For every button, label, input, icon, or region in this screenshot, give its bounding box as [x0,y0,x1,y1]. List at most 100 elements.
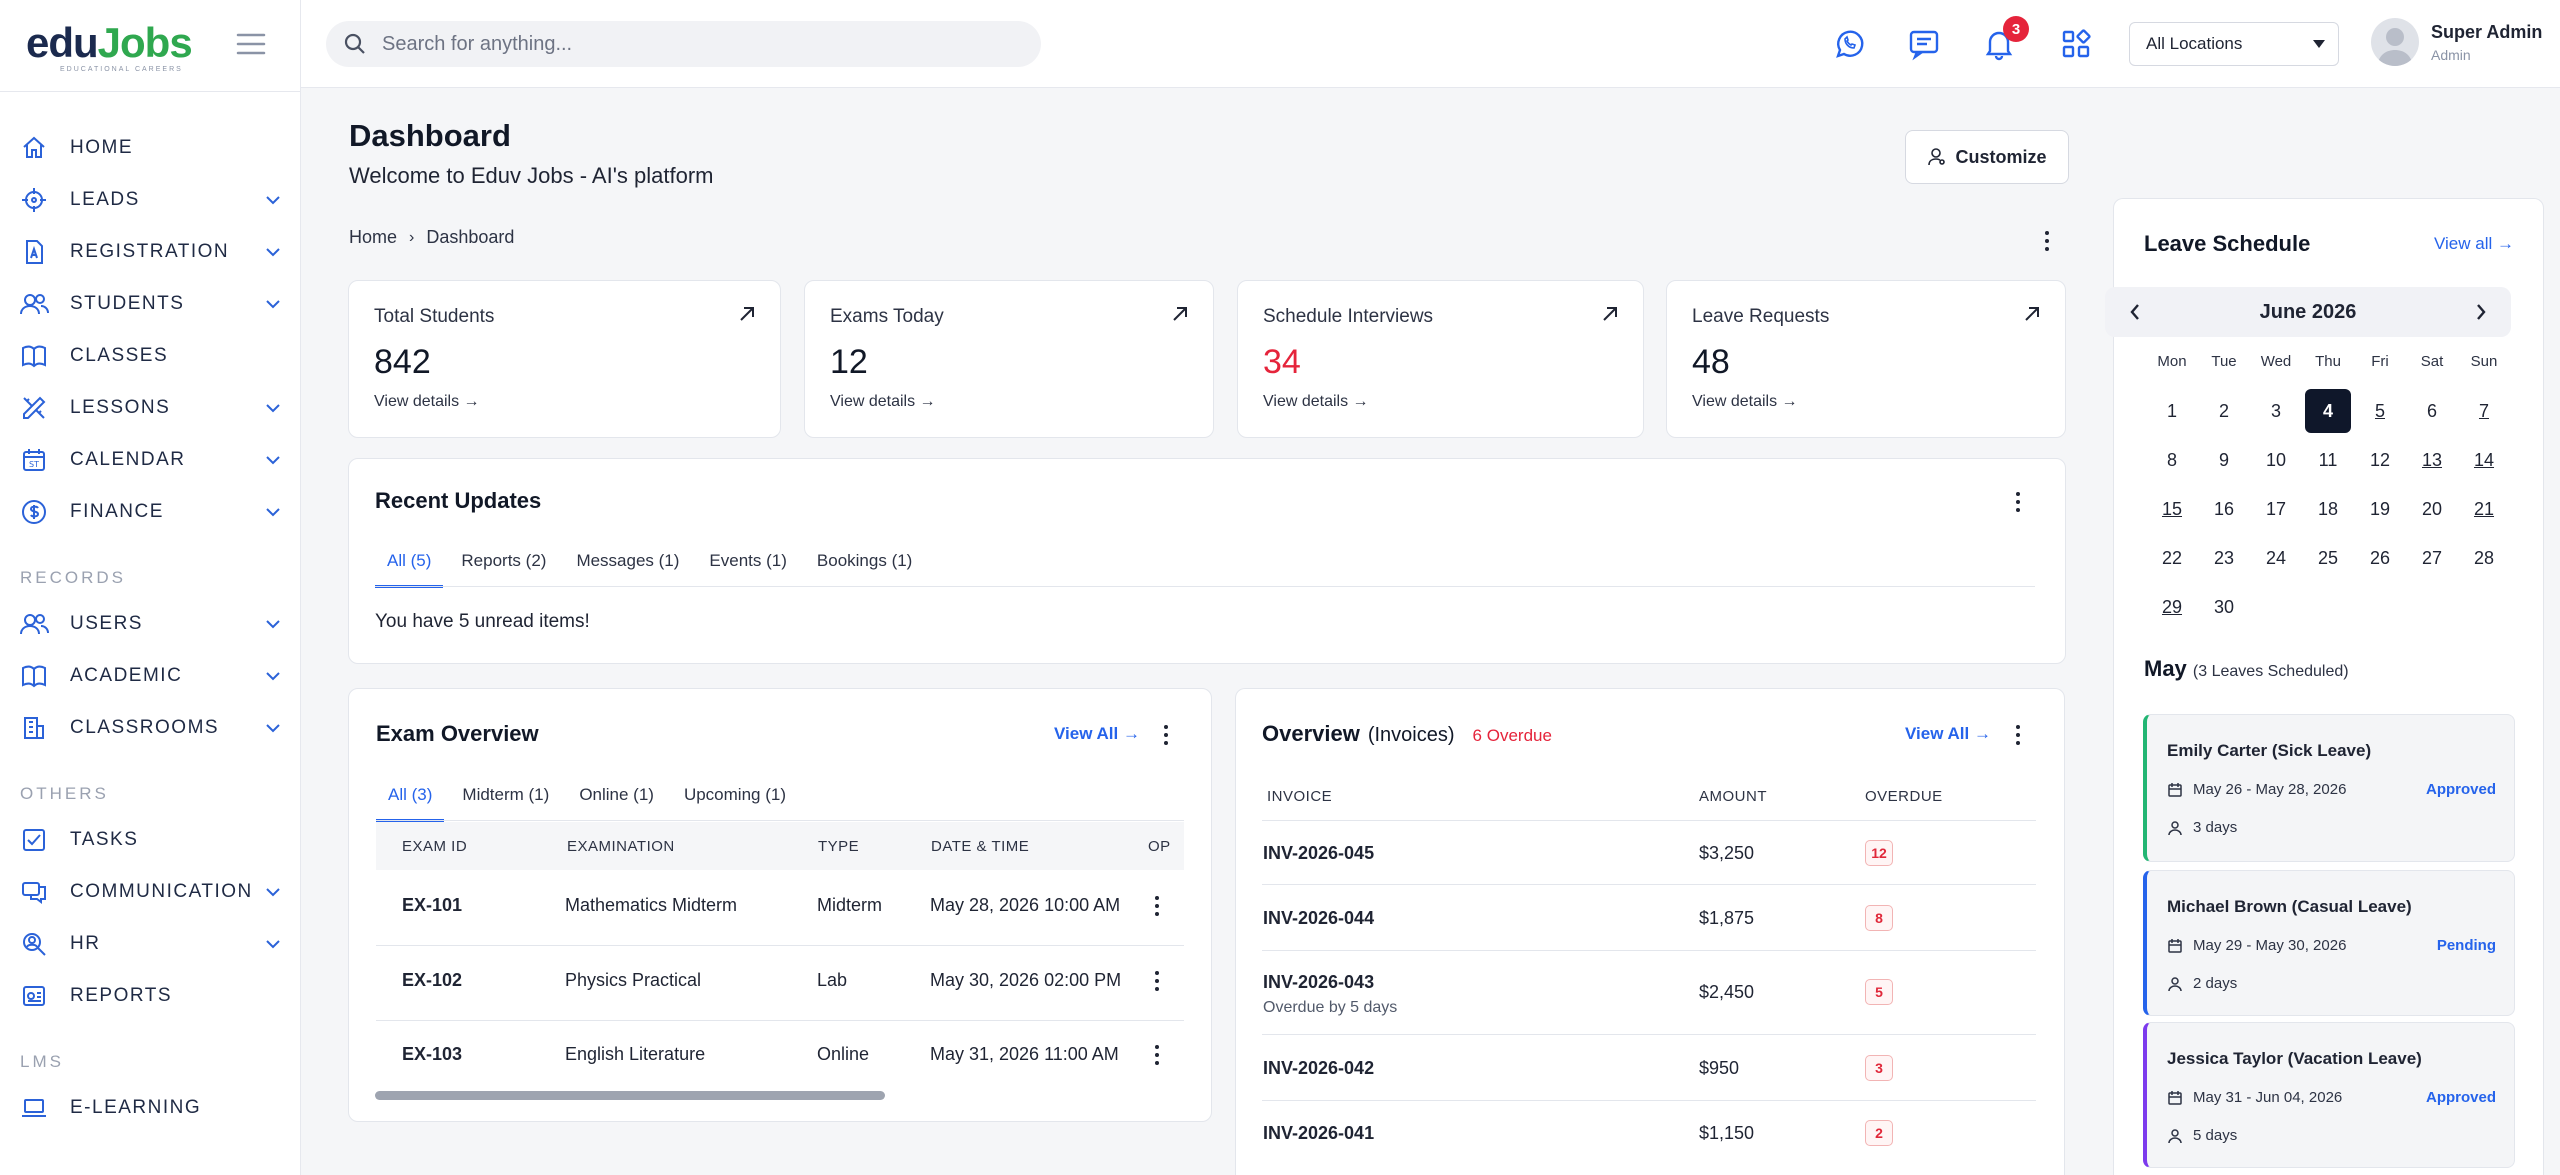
calendar-day[interactable]: 19 [2357,487,2403,531]
calendar-day[interactable]: 25 [2305,536,2351,580]
sidebar-item-tasks[interactable]: TASKS [0,814,301,866]
recent-updates-more-icon[interactable] [2008,487,2028,517]
calendar-day[interactable]: 9 [2201,438,2247,482]
chevron-down-icon[interactable] [261,880,285,904]
sidebar-item-e-learning[interactable]: E-LEARNING [0,1082,301,1134]
view-details-link[interactable]: View details → [374,393,480,411]
apps-grid-icon[interactable] [2054,22,2098,66]
calendar-day[interactable]: 14 [2461,438,2507,482]
breadcrumb-home[interactable]: Home [349,227,397,248]
calendar-day[interactable]: 29 [2149,585,2195,629]
view-details-link[interactable]: View details → [1263,393,1369,411]
calendar-day[interactable]: 18 [2305,487,2351,531]
sidebar-item-communication[interactable]: COMMUNICATION [0,866,301,918]
leave-entry[interactable]: Jessica Taylor (Vacation Leave) May 31 -… [2143,1022,2515,1168]
calendar-day[interactable]: 22 [2149,536,2195,580]
stat-card-schedule-interviews[interactable]: Schedule Interviews 34 View details → [1237,280,1644,438]
sidebar-item-reports[interactable]: REPORTS [0,970,301,1022]
tab-upcoming[interactable]: Upcoming (1) [684,785,786,822]
calendar-day[interactable]: 13 [2409,438,2455,482]
calendar-day[interactable]: 6 [2409,389,2455,433]
calendar-day[interactable]: 21 [2461,487,2507,531]
sidebar-item-students[interactable]: STUDENTS [0,278,301,330]
sidebar-item-academic[interactable]: ACADEMIC [0,650,301,702]
row-actions-icon[interactable] [1147,891,1167,921]
search-bar[interactable] [326,21,1041,67]
sidebar-item-registration[interactable]: REGISTRATION [0,226,301,278]
calendar-day[interactable]: 3 [2253,389,2299,433]
chevron-down-icon[interactable] [261,612,285,636]
location-select[interactable]: All Locations [2129,22,2339,66]
leave-entry[interactable]: Emily Carter (Sick Leave) May 26 - May 2… [2143,714,2515,862]
calendar-day[interactable]: 1 [2149,389,2195,433]
exams-view-all-link[interactable]: View All → [1054,724,1140,744]
sidebar-item-lessons[interactable]: LESSONS [0,382,301,434]
chevron-down-icon[interactable] [261,240,285,264]
calendar-day[interactable]: 4 [2305,389,2351,433]
tab-all[interactable]: All (3) [376,785,445,822]
chevron-down-icon[interactable] [261,396,285,420]
sidebar-item-finance[interactable]: FINANCE [0,486,301,538]
row-actions-icon[interactable] [1147,1040,1167,1070]
calendar-day[interactable]: 7 [2461,389,2507,433]
tab-midterm[interactable]: Midterm (1) [462,785,549,822]
chevron-down-icon[interactable] [261,716,285,740]
customize-button[interactable]: Customize [1905,130,2069,184]
chevron-down-icon[interactable] [261,500,285,524]
page-more-menu-icon[interactable] [2037,226,2057,256]
leave-entry[interactable]: Michael Brown (Casual Leave) May 29 - Ma… [2143,870,2515,1016]
sidebar-item-calendar[interactable]: ST CALENDAR [0,434,301,486]
calendar-day[interactable]: 30 [2201,585,2247,629]
logo[interactable]: edu Jobs [26,22,193,64]
calendar-day[interactable]: 23 [2201,536,2247,580]
tab-online[interactable]: Online (1) [579,785,654,822]
stat-card-exams-today[interactable]: Exams Today 12 View details → [804,280,1214,438]
calendar-day[interactable]: 17 [2253,487,2299,531]
arrow-up-right-icon[interactable] [738,305,756,323]
tab-events[interactable]: Events (1) [709,551,786,588]
calendar-day[interactable]: 2 [2201,389,2247,433]
tab-reports[interactable]: Reports (2) [461,551,546,588]
invoices-view-all-link[interactable]: View All → [1905,724,1991,744]
sidebar-item-leads[interactable]: LEADS [0,174,301,226]
messages-icon[interactable] [1902,22,1946,66]
calendar-day[interactable]: 20 [2409,487,2455,531]
calendar-day[interactable]: 27 [2409,536,2455,580]
stat-card-total-students[interactable]: Total Students 842 View details → [348,280,781,438]
chevron-right-icon[interactable] [2469,300,2493,324]
arrow-up-right-icon[interactable] [2023,305,2041,323]
tab-bookings[interactable]: Bookings (1) [817,551,912,588]
whatsapp-icon[interactable] [1827,22,1871,66]
notification-bell-icon[interactable]: 3 [1977,16,2029,66]
calendar-day[interactable]: 28 [2461,536,2507,580]
calendar-day[interactable]: 10 [2253,438,2299,482]
calendar-day[interactable]: 15 [2149,487,2195,531]
calendar-day[interactable]: 24 [2253,536,2299,580]
chevron-down-icon[interactable] [261,932,285,956]
user-menu[interactable]: Super Admin Admin [2371,18,2542,66]
calendar-day[interactable]: 8 [2149,438,2195,482]
arrow-up-right-icon[interactable] [1171,305,1189,323]
tab-messages[interactable]: Messages (1) [576,551,679,588]
calendar-day[interactable]: 5 [2357,389,2403,433]
calendar-day[interactable]: 11 [2305,438,2351,482]
sidebar-item-classrooms[interactable]: CLASSROOMS [0,702,301,754]
chevron-down-icon[interactable] [261,188,285,212]
chevron-down-icon[interactable] [261,292,285,316]
horizontal-scrollbar[interactable] [375,1091,885,1100]
search-input[interactable] [382,32,982,56]
calendar-day[interactable]: 16 [2201,487,2247,531]
sidebar-item-classes[interactable]: CLASSES [0,330,301,382]
sidebar-item-home[interactable]: HOME [0,122,301,174]
chevron-down-icon[interactable] [261,664,285,688]
leave-view-all-link[interactable]: View all → [2434,234,2514,254]
arrow-up-right-icon[interactable] [1601,305,1619,323]
exams-more-icon[interactable] [1156,720,1176,750]
invoices-more-icon[interactable] [2008,720,2028,750]
chevron-left-icon[interactable] [2123,300,2147,324]
row-actions-icon[interactable] [1147,966,1167,996]
calendar-day[interactable]: 26 [2357,536,2403,580]
view-details-link[interactable]: View details → [830,393,936,411]
stat-card-leave-requests[interactable]: Leave Requests 48 View details → [1666,280,2066,438]
sidebar-item-hr[interactable]: HR [0,918,301,970]
